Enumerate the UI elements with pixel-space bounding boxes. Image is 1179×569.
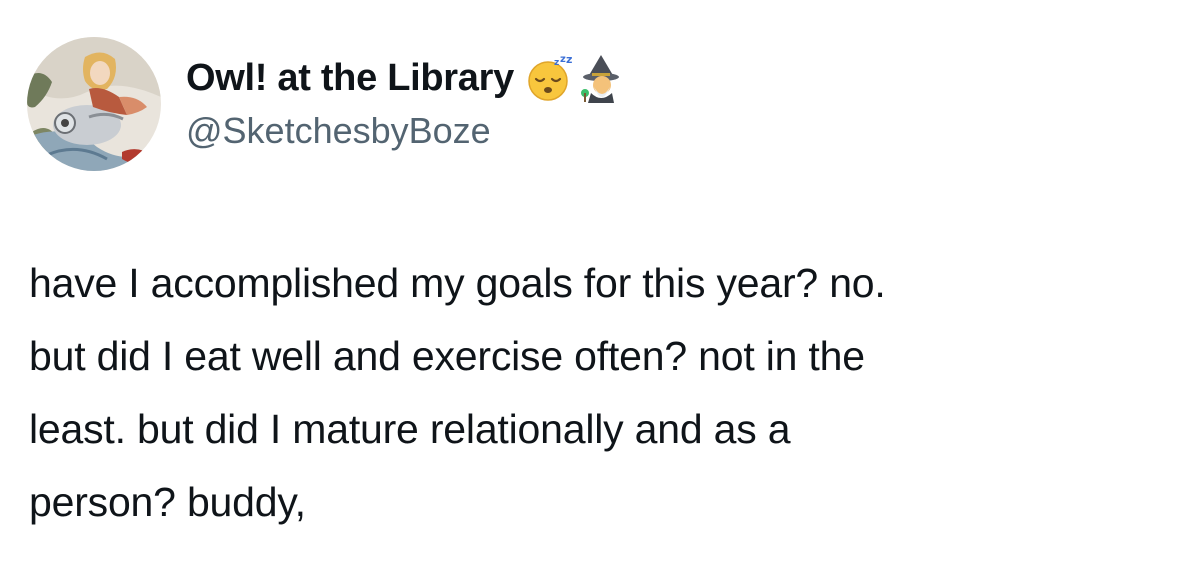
tweet-header: Owl! at the Library z z z @SketchesbyBoz… — [186, 50, 626, 152]
tweet: Owl! at the Library z z z @SketchesbyBoz… — [0, 0, 1179, 569]
avatar-illustration — [27, 37, 161, 171]
tweet-text-line: but did I eat well and exercise often? n… — [29, 333, 865, 379]
mage-emoji-icon — [576, 53, 626, 103]
svg-text:z: z — [566, 53, 572, 66]
sleeping-face-emoji-icon: z z z — [524, 53, 574, 103]
user-handle[interactable]: @SketchesbyBoze — [186, 110, 626, 152]
svg-text:z: z — [554, 58, 559, 68]
tweet-text-line: person? buddy, — [29, 479, 306, 525]
name-row: Owl! at the Library z z z — [186, 50, 626, 106]
display-name[interactable]: Owl! at the Library — [186, 57, 514, 100]
tweet-text-line: have I accomplished my goals for this ye… — [29, 260, 886, 306]
avatar[interactable] — [27, 37, 161, 171]
tweet-text-line: least. but did I mature relationally and… — [29, 406, 791, 452]
tweet-text: have I accomplished my goals for this ye… — [29, 247, 1149, 539]
